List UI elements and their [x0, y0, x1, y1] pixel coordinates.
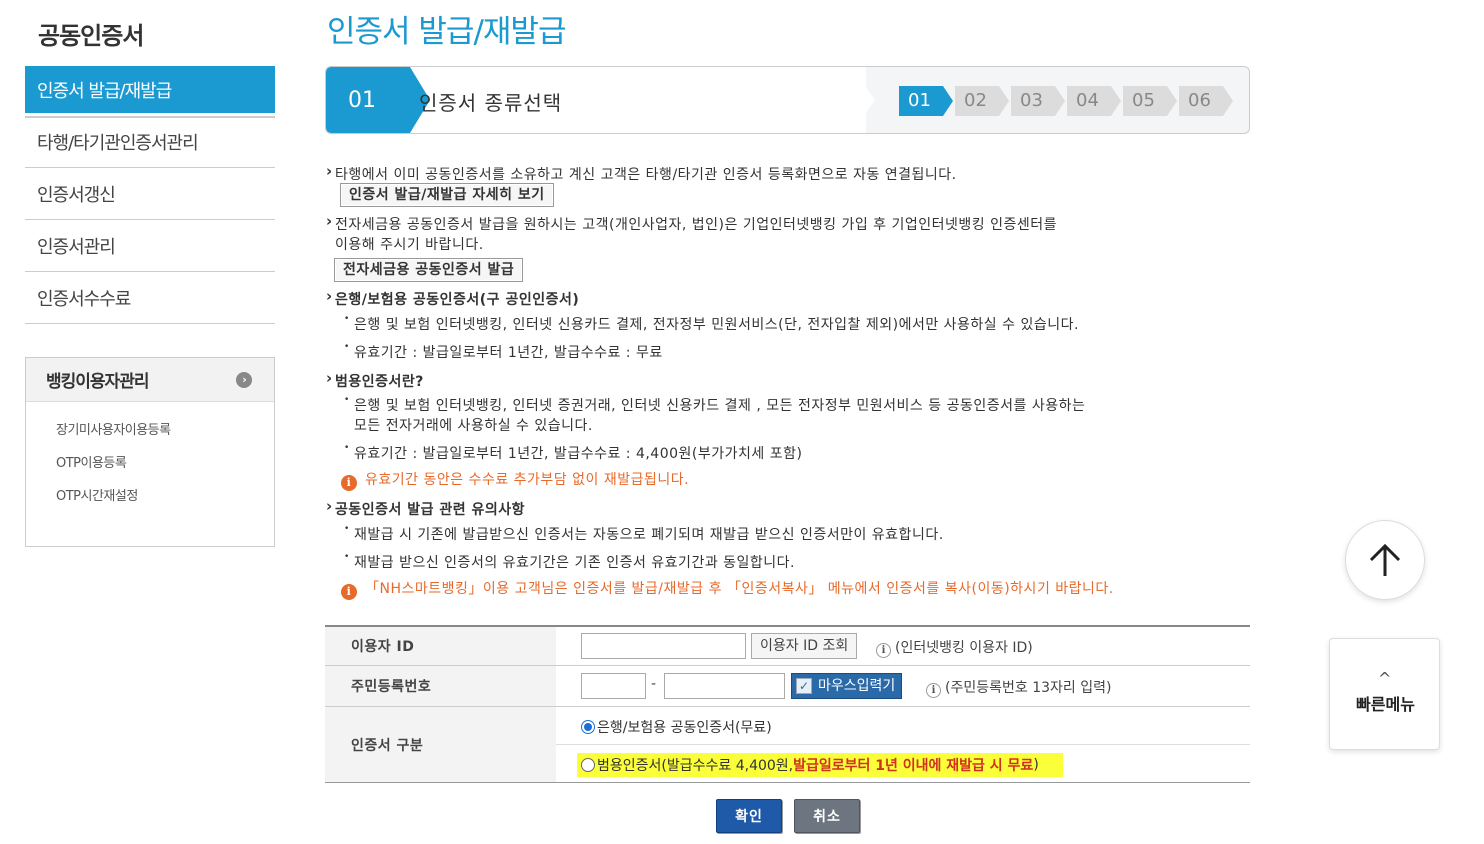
quick-menu-label: 빠른메뉴 [1356, 695, 1415, 714]
chevron-up-icon: ^ [1378, 669, 1392, 688]
cert-type-cell: 은행/보험용 공동인증서(무료) 범용인증서(발급수수료 4,400원, 발급일… [556, 707, 1250, 782]
page-title: 인증서 발급/재발급 [327, 14, 566, 50]
current-step-number: 01 [326, 67, 430, 133]
radio-general-cert[interactable]: 범용인증서(발급수수료 4,400원, 발급일로부터 1년 이내에 재발급 시 … [577, 753, 1063, 777]
form-row-user-id: 이용자 ID 이용자 ID 조회 i (인터넷뱅킹 이용자 ID) [325, 627, 1250, 666]
caution-validity: 재발급 받으신 인증서의 유효기간은 기존 인증서 유효기간과 동일합니다. [344, 552, 795, 572]
step-indicator: 03 [1011, 86, 1065, 116]
mouse-input-button[interactable]: ✓ 마우스입력기 [791, 673, 903, 699]
form-actions: 확인 취소 [716, 799, 860, 833]
caution-heading: 공동인증서 발급 관련 유의사항 [326, 497, 525, 519]
radio-general-cert-label: 범용인증서(발급수수료 4,400원, [597, 758, 794, 774]
bank-cert-usage: 은행 및 보험 인터넷뱅킹, 인터넷 신용카드 결제, 전자정부 민원서비스(단… [344, 314, 1079, 334]
user-id-input[interactable] [581, 633, 746, 659]
smart-banking-text: 「NH스마트뱅킹」이용 고객님은 인증서를 발급/재발급 후 「인증서복사」 메… [365, 581, 1114, 597]
step-indicators: 01 02 03 04 05 06 [899, 86, 1235, 116]
caution-revoke: 재발급 시 기존에 발급받으신 인증서는 자동으로 폐기되며 재발급 받으신 인… [344, 524, 944, 544]
arrow-up-icon [1369, 543, 1401, 576]
current-step-label: 인증서 종류선택 [419, 91, 563, 115]
general-cert-usage-cont: 모든 전자거래에 사용하실 수 있습니다. [354, 418, 593, 434]
rrn-back-input[interactable] [664, 673, 785, 699]
cert-form: 이용자 ID 이용자 ID 조회 i (인터넷뱅킹 이용자 ID) 주민등록번호 … [325, 625, 1250, 783]
info-icon: i [341, 475, 357, 491]
rrn-dash: - [651, 676, 657, 692]
sidebar-title: 공동인증서 [38, 22, 144, 50]
mouse-input-label: 마우스입력기 [818, 678, 896, 694]
tax-cert-issue-button[interactable]: 전자세금용 공동인증서 발급 [334, 258, 524, 282]
free-reissue-text: 발급일로부터 1년 이내에 재발급 시 무료 [793, 758, 1034, 774]
quick-menu-button[interactable]: ^ 빠른메뉴 [1329, 638, 1440, 750]
rrn-label: 주민등록번호 [325, 666, 556, 706]
sub-item-otp-register[interactable]: OTP이용등록 [56, 447, 274, 480]
banking-user-list: 장기미사용자이용등록 OTP이용등록 OTP시간재설정 [26, 402, 274, 513]
step-indicator: 04 [1067, 86, 1121, 116]
bank-cert-validity: 유효기간 : 발급일로부터 1년간, 발급수수료 : 무료 [344, 342, 663, 362]
chevron-right-icon[interactable]: › [236, 371, 252, 388]
sub-item-otp-time[interactable]: OTP시간재설정 [56, 480, 274, 513]
reissue-free-notice: i 유효기간 동안은 수수료 추가부담 없이 재발급됩니다. [341, 469, 689, 491]
form-row-cert-type: 인증서 구분 은행/보험용 공동인증서(무료) 범용인증서(발급수수료 4,40… [325, 707, 1250, 782]
cert-type-label: 인증서 구분 [325, 707, 556, 782]
user-id-cell: 이용자 ID 조회 i (인터넷뱅킹 이용자 ID) [556, 627, 1250, 665]
step-indicator: 02 [955, 86, 1009, 116]
notice-tax-cert: 전자세금용 공동인증서 발급을 원하시는 고객(개인사업자, 법인)은 기업인터… [326, 212, 1057, 234]
confirm-button[interactable]: 확인 [716, 799, 782, 833]
radio-general-cert-close: ) [1033, 757, 1039, 773]
issue-detail-button[interactable]: 인증서 발급/재발급 자세히 보기 [340, 183, 554, 207]
scroll-top-button[interactable] [1345, 520, 1425, 600]
user-id-hint: i (인터넷뱅킹 이용자 ID) [876, 637, 1033, 658]
form-row-rrn: 주민등록번호 - ✓ 마우스입력기 i (주민등록번호 13자리 입력) [325, 666, 1250, 707]
notice-tax-cert-cont: 이용해 주시기 바랍니다. [335, 237, 484, 253]
step-indicator: 06 [1179, 86, 1233, 116]
rrn-front-input[interactable] [581, 673, 646, 699]
notice-auto-link: 타행에서 이미 공동인증서를 소유하고 계신 고객은 타행/타기관 인증서 등록… [326, 162, 957, 184]
general-cert-heading: 범용인증서란? [326, 369, 424, 391]
step-indicator: 05 [1123, 86, 1177, 116]
sidebar-item-issue[interactable]: 인증서 발급/재발급 [25, 66, 275, 116]
general-cert-validity: 유효기간 : 발급일로부터 1년간, 발급수수료 : 4,400원(부가가치세 … [344, 443, 802, 463]
sidebar-item-fee[interactable]: 인증서수수료 [25, 272, 275, 324]
step-divider [851, 67, 875, 133]
rrn-cell: - ✓ 마우스입력기 i (주민등록번호 13자리 입력) [556, 666, 1250, 706]
sidebar-menu: 인증서 발급/재발급 타행/타기관인증서관리 인증서갱신 인증서관리 인증서수수… [25, 66, 275, 324]
radio-bank-cert[interactable]: 은행/보험용 공동인증서(무료) [581, 717, 772, 737]
user-id-search-button[interactable]: 이용자 ID 조회 [751, 633, 858, 659]
rrn-hint: i (주민등록번호 13자리 입력) [926, 677, 1111, 698]
step-indicator: 01 [899, 86, 953, 116]
highlighted-option: 범용인증서(발급수수료 4,400원, 발급일로부터 1년 이내에 재발급 시 … [577, 753, 1063, 777]
reissue-free-text: 유효기간 동안은 수수료 추가부담 없이 재발급됩니다. [365, 472, 690, 488]
sidebar-item-manage[interactable]: 인증서관리 [25, 220, 275, 272]
rrn-hint-text: (주민등록번호 13자리 입력) [945, 680, 1112, 696]
sidebar-item-other-bank[interactable]: 타행/타기관인증서관리 [25, 116, 275, 168]
smart-banking-notice: i 「NH스마트뱅킹」이용 고객님은 인증서를 발급/재발급 후 「인증서복사」 … [341, 578, 1114, 600]
cancel-button[interactable]: 취소 [794, 799, 860, 833]
radio-bank-cert-label: 은행/보험용 공동인증서(무료) [597, 720, 772, 736]
info-icon: i [876, 643, 891, 658]
banking-user-header[interactable]: 뱅킹이용자관리 › [26, 358, 274, 402]
info-icon: i [341, 584, 357, 600]
bank-cert-heading: 은행/보험용 공동인증서(구 공인인증서) [326, 287, 579, 309]
cert-type-divider [556, 744, 1250, 745]
sidebar-item-renew[interactable]: 인증서갱신 [25, 168, 275, 220]
user-id-hint-text: (인터넷뱅킹 이용자 ID) [895, 640, 1033, 656]
radio-unselected-icon[interactable] [581, 758, 595, 772]
banking-user-panel: 뱅킹이용자관리 › 장기미사용자이용등록 OTP이용등록 OTP시간재설정 [25, 357, 275, 547]
checkbox-icon[interactable]: ✓ [796, 678, 812, 694]
banking-user-title: 뱅킹이용자관리 [46, 372, 149, 392]
user-id-label: 이용자 ID [325, 627, 556, 665]
general-cert-usage: 은행 및 보험 인터넷뱅킹, 인터넷 증권거래, 인터넷 신용카드 결제 , 모… [344, 395, 1085, 415]
info-icon: i [926, 683, 941, 698]
step-bar: 01 인증서 종류선택 01 02 03 04 05 06 [325, 66, 1250, 134]
sub-item-dormant[interactable]: 장기미사용자이용등록 [56, 414, 274, 447]
radio-selected-icon[interactable] [581, 720, 595, 734]
